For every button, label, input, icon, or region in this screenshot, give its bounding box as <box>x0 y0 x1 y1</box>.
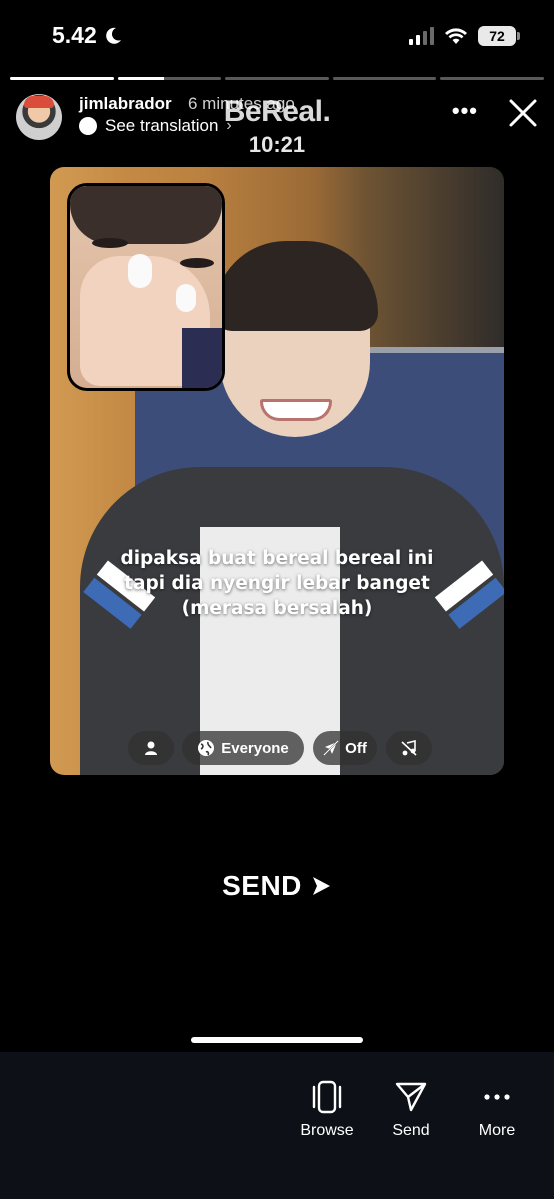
front-camera-photo[interactable] <box>67 183 225 391</box>
wifi-icon <box>445 28 467 44</box>
music-off-icon <box>401 740 417 756</box>
status-time: 5.42 <box>52 22 123 49</box>
moon-icon <box>105 27 121 44</box>
status-bar: 5.42 72 <box>0 0 554 70</box>
bereal-time: 10:21 <box>248 132 306 157</box>
person-hair <box>214 241 378 331</box>
send-share-label: Send <box>392 1122 430 1139</box>
browse-icon <box>312 1080 342 1114</box>
progress-segment <box>332 77 437 80</box>
paper-plane-icon <box>395 1082 427 1112</box>
bottom-action-bar: Browse Send More <box>0 1052 554 1199</box>
friends-chip[interactable] <box>128 731 174 765</box>
bereal-logo: BeReal. <box>223 95 331 128</box>
person-icon <box>145 741 157 755</box>
more-label: More <box>478 1122 516 1139</box>
browse-label: Browse <box>300 1122 354 1139</box>
selfie-nail <box>128 254 152 288</box>
send-share-button[interactable]: Send <box>366 1080 456 1140</box>
progress-segment <box>10 77 114 80</box>
selfie-hair <box>70 186 222 244</box>
selfie-eye <box>92 238 128 248</box>
location-chip[interactable]: Off <box>313 731 377 765</box>
audience-label: Everyone <box>221 739 289 757</box>
story-progress <box>10 77 544 80</box>
progress-segment <box>225 77 329 80</box>
selfie-nail <box>176 284 196 312</box>
globe-icon <box>198 740 215 756</box>
location-label: Off <box>345 739 367 757</box>
music-chip[interactable] <box>386 731 432 765</box>
battery-level: 72 <box>489 28 505 44</box>
story-viewer[interactable]: jimlabrador 6 minutes ago See translatio… <box>0 68 554 1052</box>
more-button[interactable]: More <box>452 1080 542 1140</box>
swipe-handle[interactable] <box>191 1037 363 1043</box>
send-button[interactable]: SEND <box>0 870 554 902</box>
story-caption: dipaksa buat bereal bereal ini tapi dia … <box>120 548 434 619</box>
progress-segment <box>440 77 544 80</box>
browse-button[interactable]: Browse <box>282 1080 372 1140</box>
status-indicators: 72 <box>409 26 520 46</box>
battery-indicator: 72 <box>478 26 520 46</box>
location-off-icon <box>323 740 339 756</box>
signal-icon <box>409 27 434 45</box>
play-arrow-icon <box>312 877 330 895</box>
more-dots-icon <box>484 1094 510 1100</box>
clock-text: 5.42 <box>52 22 97 48</box>
audience-chip[interactable]: Everyone <box>182 731 304 765</box>
selfie-clothing <box>182 328 222 388</box>
send-text: SEND <box>222 870 302 901</box>
person-smile <box>260 399 332 421</box>
selfie-eye <box>180 258 214 268</box>
progress-segment <box>117 77 222 80</box>
